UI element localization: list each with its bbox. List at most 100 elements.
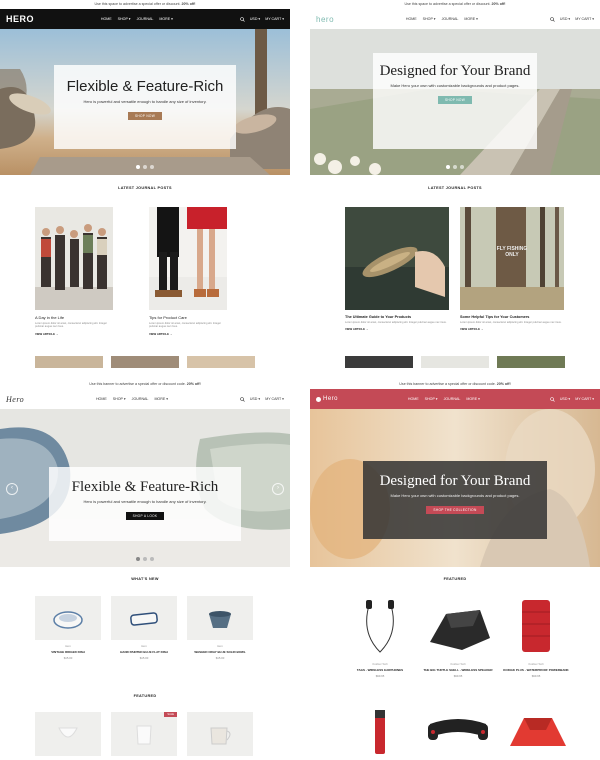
hero-cta-button[interactable]: SHOP NOW <box>127 111 163 120</box>
slide-dot[interactable] <box>150 165 154 169</box>
slide-dot[interactable] <box>136 165 140 169</box>
product-name[interactable]: THE BIG TURTLE SHELL - WIRELESS SPEAKER <box>418 668 498 672</box>
product-card[interactable]: SALE <box>111 712 177 756</box>
search-icon[interactable] <box>550 396 555 402</box>
product-card[interactable] <box>420 710 496 755</box>
cart-button[interactable]: MY CART ▾ <box>575 17 594 21</box>
prev-slide-button[interactable]: ‹ <box>6 483 18 495</box>
product-price: $99.95 <box>453 674 463 678</box>
product-card[interactable]: Outdoor Tech THE BIG TURTLE SHELL - WIRE… <box>418 592 498 678</box>
nav-journal[interactable]: JOURNAL <box>444 397 461 401</box>
logo[interactable]: hero <box>316 15 334 24</box>
nav-more[interactable]: MORE ▾ <box>464 17 478 21</box>
product-card[interactable] <box>368 706 392 760</box>
product-vendor: Hero <box>141 645 147 648</box>
product-name[interactable]: VINTAGE RIDGED DISH <box>35 650 101 654</box>
currency-select[interactable]: USD ▾ <box>560 17 570 21</box>
red-bottle-photo <box>375 710 385 754</box>
product-image[interactable] <box>187 712 253 756</box>
currency-select[interactable]: USD ▾ <box>560 397 570 401</box>
journal-post[interactable]: The Ultimate Guide to Your Products Lore… <box>345 207 449 331</box>
currency-select[interactable]: USD ▾ <box>250 17 260 21</box>
nav-shop[interactable]: SHOP ▾ <box>423 17 436 21</box>
product-name[interactable]: KODIAK PLUS - WATERPROOF POWERBANK <box>496 668 576 672</box>
promo-highlight: 20% off! <box>181 2 196 6</box>
hero-cta-button[interactable]: SHOP THE COLLECTION <box>426 505 484 514</box>
post-image[interactable] <box>345 207 449 310</box>
post-image-partial <box>187 356 255 368</box>
slide-dot[interactable] <box>460 165 464 169</box>
product-image[interactable] <box>35 712 101 756</box>
journal-post[interactable]: Tips for Product Care Lorem ipsum dolor … <box>149 207 227 336</box>
nav-home[interactable]: HOME <box>96 397 107 401</box>
post-title[interactable]: A Day in the Life <box>35 315 113 320</box>
nav-shop[interactable]: SHOP ▾ <box>113 397 126 401</box>
slide-dot[interactable] <box>453 165 457 169</box>
product-image[interactable] <box>111 712 177 756</box>
search-icon[interactable] <box>550 16 555 22</box>
hero-cta-button[interactable]: SHOP NOW <box>437 95 473 104</box>
currency-select[interactable]: USD ▾ <box>250 397 260 401</box>
post-title[interactable]: The Ultimate Guide to Your Products <box>345 315 449 319</box>
nav-home[interactable]: HOME <box>101 17 112 21</box>
logo[interactable]: Hero <box>6 395 24 404</box>
nav-more[interactable]: MORE ▾ <box>154 397 168 401</box>
product-image[interactable] <box>418 592 498 658</box>
view-article-link[interactable]: VIEW ARTICLE → <box>35 332 113 336</box>
nav-more[interactable]: MORE ▾ <box>159 17 173 21</box>
journal-post[interactable]: FLY FISHING ONLY Some Helpful Tips for Y… <box>460 207 564 331</box>
post-title[interactable]: Some Helpful Tips for Your Customers <box>460 315 564 319</box>
logo[interactable]: HERO <box>6 14 34 24</box>
product-card[interactable] <box>35 712 101 756</box>
cart-button[interactable]: MY CART ▾ <box>575 397 594 401</box>
product-image[interactable] <box>35 596 101 640</box>
product-name[interactable]: WASHED ORAY BLUE SOLID BOWL <box>187 650 253 654</box>
logo[interactable]: Hero <box>316 396 338 402</box>
product-name[interactable]: HAND PAINTED BLUE FLAT DISH <box>111 650 177 654</box>
product-card[interactable]: Hero HAND PAINTED BLUE FLAT DISH $15.00 <box>111 596 177 660</box>
section-title: FEATURED <box>443 577 467 581</box>
search-icon[interactable] <box>240 396 245 402</box>
nav-journal[interactable]: JOURNAL <box>442 17 459 21</box>
product-name[interactable]: TAGS - WIRELESS EARPHONES <box>340 668 420 672</box>
slide-dot[interactable] <box>143 165 147 169</box>
search-icon[interactable] <box>240 16 245 22</box>
slide-dot[interactable] <box>143 557 147 561</box>
view-article-link[interactable]: VIEW ARTICLE → <box>149 332 227 336</box>
slide-dot[interactable] <box>136 557 140 561</box>
product-card[interactable]: Hero WASHED ORAY BLUE SOLID BOWL $15.00 <box>187 596 253 660</box>
nav-home[interactable]: HOME <box>406 17 417 21</box>
promo-text: Use this banner to advertise a special o… <box>399 382 496 386</box>
product-image[interactable] <box>496 592 576 658</box>
nav-shop[interactable]: SHOP ▾ <box>425 397 438 401</box>
post-image[interactable] <box>35 207 113 310</box>
nav-home[interactable]: HOME <box>408 397 419 401</box>
post-image[interactable] <box>149 207 227 310</box>
post-image[interactable]: FLY FISHING ONLY <box>460 207 564 310</box>
product-card[interactable]: Outdoor Tech KODIAK PLUS - WATERPROOF PO… <box>496 592 576 678</box>
view-article-link[interactable]: VIEW ARTICLE → <box>460 327 564 331</box>
cart-button[interactable]: MY CART ▾ <box>265 17 284 21</box>
nav-shop[interactable]: SHOP ▾ <box>118 17 131 21</box>
nav-journal[interactable]: JOURNAL <box>132 397 149 401</box>
nav-more[interactable]: MORE ▾ <box>466 397 480 401</box>
slide-dot[interactable] <box>150 557 154 561</box>
post-title[interactable]: Tips for Product Care <box>149 315 227 320</box>
product-card[interactable]: Hero VINTAGE RIDGED DISH $15.00 <box>35 596 101 660</box>
hero-card: Designed for Your Brand Make Hero your o… <box>373 53 537 149</box>
promo-text: Use this banner to advertise a special o… <box>89 382 186 386</box>
next-slide-button[interactable]: › <box>272 483 284 495</box>
hero-subtitle: Hero is powerful and versatile enough to… <box>83 98 207 104</box>
journal-post[interactable]: A Day in the Life Lorem ipsum dolor sit … <box>35 207 113 336</box>
product-image[interactable] <box>187 596 253 640</box>
hero-cta-button[interactable]: SHOP A LOOK <box>125 511 165 520</box>
product-card[interactable] <box>500 710 576 755</box>
view-article-link[interactable]: VIEW ARTICLE → <box>345 327 449 331</box>
slide-dot[interactable] <box>446 165 450 169</box>
product-card[interactable]: Outdoor Tech TAGS - WIRELESS EARPHONES $… <box>340 592 420 678</box>
nav-journal[interactable]: JOURNAL <box>137 17 154 21</box>
product-card[interactable] <box>187 712 253 756</box>
product-image[interactable] <box>111 596 177 640</box>
product-image[interactable] <box>340 592 420 658</box>
cart-button[interactable]: MY CART ▾ <box>265 397 284 401</box>
